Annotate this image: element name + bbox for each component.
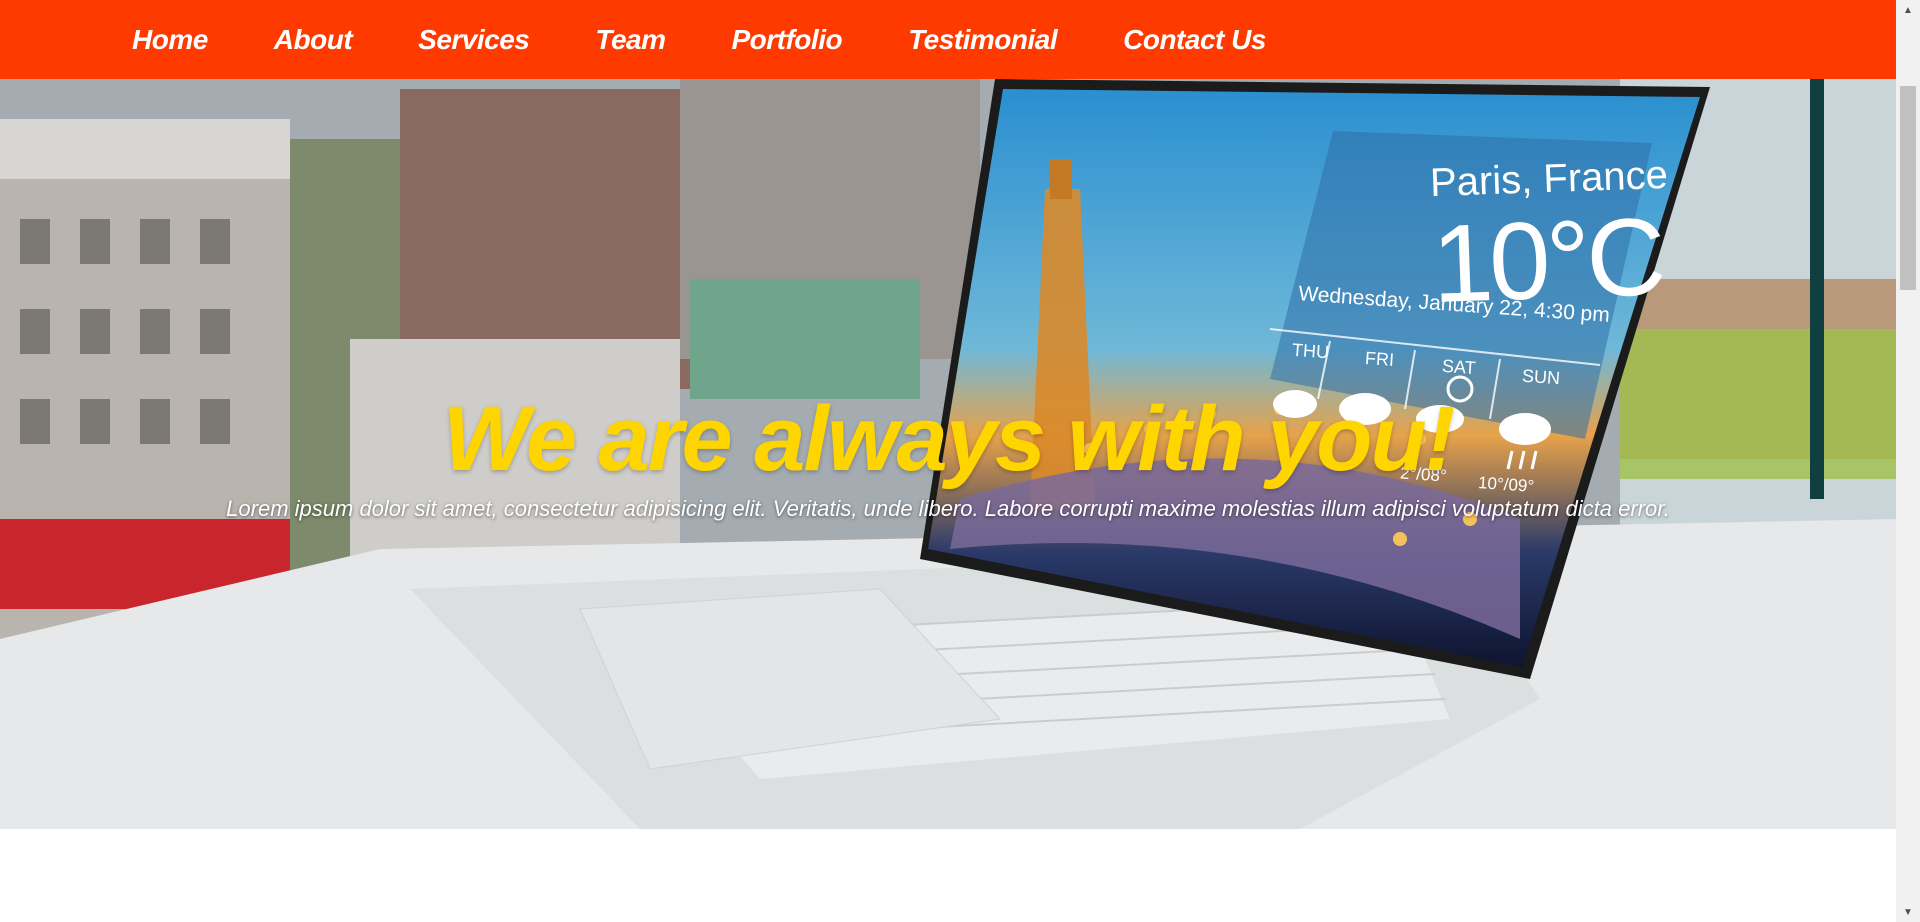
hero-section: Paris, France 10°C Wednesday, January 22…	[0, 79, 1896, 829]
nav-link-testimonial[interactable]: Testimonial	[908, 24, 1058, 56]
nav-link-team[interactable]: Team	[595, 24, 666, 56]
hero-title: We are always with you!	[442, 388, 1456, 490]
nav-link-contact-us[interactable]: Contact Us	[1123, 24, 1266, 56]
hero-subtitle: Lorem ipsum dolor sit amet, consectetur …	[226, 496, 1670, 521]
nav-link-services[interactable]: Services	[418, 24, 530, 56]
weather-day-sat: SAT	[1441, 355, 1477, 379]
nav-link-home[interactable]: Home	[132, 24, 208, 56]
weather-day-fri: FRI	[1364, 348, 1395, 370]
weather-day-thu: THU	[1291, 339, 1330, 363]
weather-day-sun: SUN	[1521, 365, 1561, 389]
scroll-down-arrow-icon[interactable]: ▼	[1896, 902, 1920, 922]
page-scrollbar[interactable]: ▲ ▼	[1896, 0, 1920, 922]
below-fold-section	[0, 829, 1896, 922]
top-navbar: Home About Services Team Portfolio Testi…	[0, 0, 1896, 79]
nav-link-about[interactable]: About	[274, 24, 353, 56]
nav-link-portfolio[interactable]: Portfolio	[731, 24, 842, 56]
scroll-up-arrow-icon[interactable]: ▲	[1896, 0, 1920, 20]
scrollbar-thumb[interactable]	[1900, 86, 1916, 290]
